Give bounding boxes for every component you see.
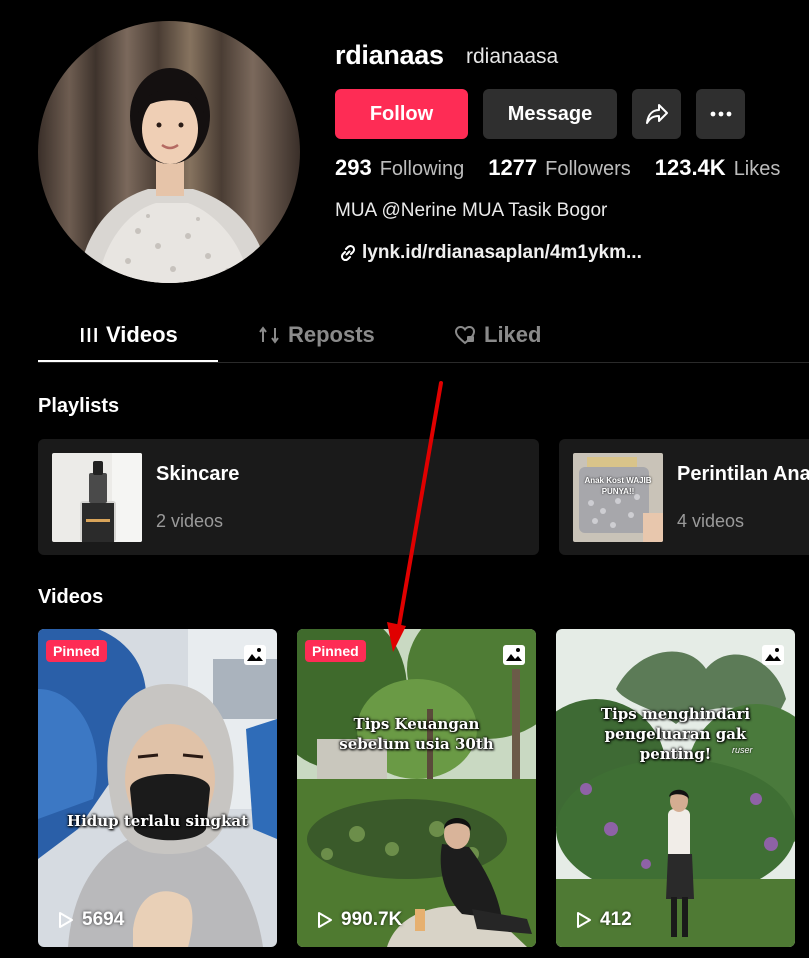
pinned-badge: Pinned	[46, 640, 107, 662]
pinned-badge: Pinned	[305, 640, 366, 662]
playlist-card[interactable]: Anak Kost WAJIB PUNYA!! Perintilan Ana 4…	[559, 439, 809, 555]
profile-link[interactable]: lynk.id/rdianasaplan/4m1ykm...	[338, 242, 642, 264]
following-label[interactable]: Following	[380, 158, 464, 181]
followers-count[interactable]: 1277	[488, 155, 537, 181]
playlist-name: Skincare	[156, 463, 240, 485]
video-card[interactable]: Pinned Tips Keuangan sebelum usia 30th 9…	[297, 629, 536, 947]
view-count-value: 5694	[82, 909, 125, 930]
share-icon	[645, 104, 668, 124]
active-tab-indicator	[38, 360, 218, 362]
play-icon	[59, 912, 73, 928]
view-count-value: 990.7K	[341, 909, 403, 930]
heart-lock-icon	[454, 325, 476, 345]
profile-stats: 293 Following 1277 Followers 123.4K Like…	[335, 155, 804, 181]
view-count: 5694	[58, 909, 124, 931]
playlist-count: 4 videos	[677, 511, 745, 531]
profile-tabs: Videos Reposts Liked	[38, 316, 809, 363]
playlist-count: 2 videos	[156, 511, 224, 531]
repost-icon	[259, 326, 279, 344]
tab-liked-label: Liked	[484, 322, 542, 347]
message-button[interactable]: Message	[483, 89, 617, 139]
playlists-heading: Playlists	[38, 395, 120, 417]
video-caption: Hidup terlalu singkat	[66, 812, 249, 830]
likes-label: Likes	[733, 158, 781, 180]
tab-videos[interactable]: Videos	[80, 322, 178, 348]
avatar-photo	[78, 68, 270, 283]
photo-post-icon	[503, 645, 525, 665]
followers-label[interactable]: Followers	[545, 158, 631, 181]
more-options-button[interactable]	[696, 89, 745, 139]
playlist-card[interactable]: Skincare 2 videos	[38, 439, 539, 555]
tab-videos-label: Videos	[106, 322, 178, 347]
likes-count: 123.4K	[654, 155, 726, 180]
playlist-thumbnail: Anak Kost WAJIB PUNYA!!	[573, 453, 663, 542]
video-card[interactable]: Pinned Hidup terlalu singkat 5694	[38, 629, 277, 947]
view-count: 412	[576, 909, 632, 931]
video-caption: Tips menghindari pengeluaran gak penting…	[600, 705, 751, 763]
tab-reposts[interactable]: Reposts	[258, 322, 375, 348]
play-icon	[318, 912, 332, 928]
tab-liked[interactable]: Liked	[454, 322, 541, 348]
profile-avatar[interactable]	[38, 21, 300, 283]
video-thumbnail	[38, 629, 277, 947]
share-button[interactable]	[632, 89, 681, 139]
following-count[interactable]: 293	[335, 155, 372, 181]
profile-username: rdianaas	[335, 40, 444, 70]
profile-bio: MUA @Nerine MUA Tasik Bogor	[335, 200, 608, 221]
video-card[interactable]: Tips menghindari pengeluaran gak penting…	[556, 629, 795, 947]
link-icon	[340, 244, 356, 262]
playlist-thumbnail	[52, 453, 142, 542]
photo-post-icon	[762, 645, 784, 665]
follow-button[interactable]: Follow	[335, 89, 468, 139]
ellipsis-icon	[710, 111, 731, 117]
videos-heading: Videos	[38, 586, 104, 608]
profile-link-text[interactable]: lynk.id/rdianasaplan/4m1ykm...	[362, 242, 642, 264]
profile-nickname: rdianaasa	[466, 45, 559, 68]
video-thumbnail	[297, 629, 536, 947]
tab-reposts-label: Reposts	[288, 322, 375, 347]
view-count-value: 412	[600, 909, 632, 930]
playlist-thumbnail-text: Anak Kost WAJIB PUNYA!!	[584, 476, 652, 496]
grid-icon	[81, 328, 97, 342]
video-watermark: ruser	[732, 745, 753, 755]
view-count: 990.7K	[317, 909, 402, 931]
video-thumbnail	[556, 629, 795, 947]
playlist-name: Perintilan Ana	[677, 463, 809, 485]
photo-post-icon	[244, 645, 266, 665]
play-icon	[577, 912, 591, 928]
profile-page: rdianaas rdianaasa Follow Message 293 Fo…	[0, 0, 809, 958]
video-caption: Tips Keuangan sebelum usia 30th	[339, 715, 494, 753]
